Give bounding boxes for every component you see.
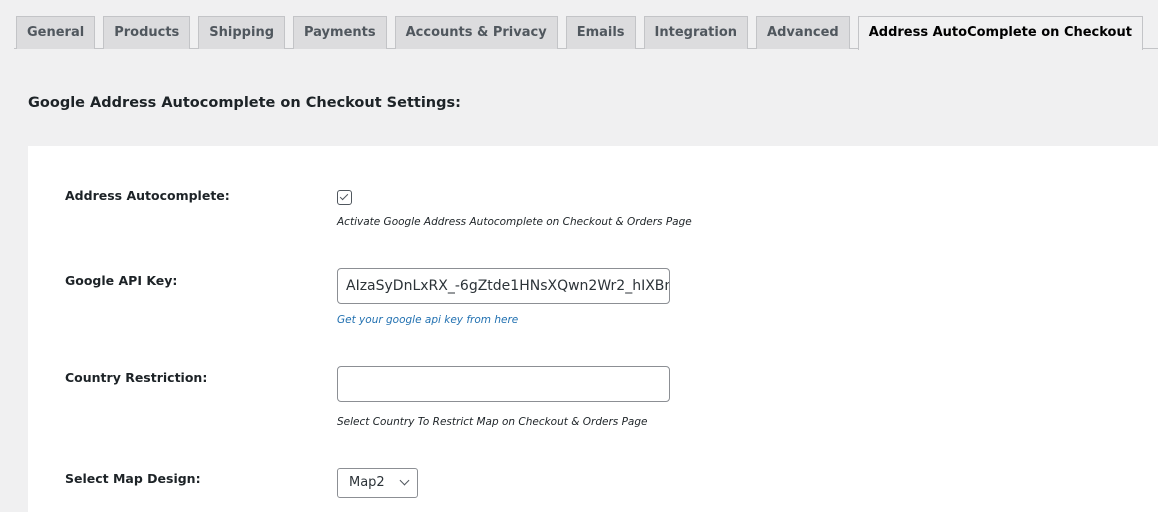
chevron-down-icon bbox=[399, 475, 410, 486]
tab-products[interactable]: Products bbox=[103, 16, 191, 49]
tab-emails[interactable]: Emails bbox=[565, 16, 636, 49]
map-design-value: Map2 bbox=[349, 475, 385, 490]
address-autocomplete-checkbox[interactable] bbox=[337, 190, 352, 205]
tab-shipping[interactable]: Shipping bbox=[198, 16, 285, 49]
country-restriction-label: Country Restriction: bbox=[65, 370, 208, 385]
tab-address-autocomplete[interactable]: Address AutoComplete on Checkout bbox=[857, 16, 1143, 50]
country-restriction-description: Select Country To Restrict Map on Checko… bbox=[337, 416, 648, 428]
tab-integration[interactable]: Integration bbox=[643, 16, 749, 49]
tab-advanced[interactable]: Advanced bbox=[756, 16, 850, 49]
api-key-input[interactable]: AIzaSyDnLxRX_-6gZtde1HNsXQwn2Wr2_hIXBnl bbox=[337, 268, 670, 304]
address-autocomplete-label: Address Autocomplete: bbox=[65, 188, 230, 203]
tab-payments[interactable]: Payments bbox=[293, 16, 387, 49]
api-key-label: Google API Key: bbox=[65, 273, 178, 288]
get-api-key-link[interactable]: Get your google api key from here bbox=[337, 314, 518, 326]
map-design-select[interactable]: Map2 bbox=[337, 468, 418, 498]
settings-tabs: General Products Shipping Payments Accou… bbox=[14, 16, 1158, 50]
page-title: Google Address Autocomplete on Checkout … bbox=[28, 95, 461, 111]
address-autocomplete-description: Activate Google Address Autocomplete on … bbox=[337, 216, 692, 228]
tab-accounts-privacy[interactable]: Accounts & Privacy bbox=[394, 16, 558, 49]
map-design-label: Select Map Design: bbox=[65, 471, 201, 486]
tab-general[interactable]: General bbox=[16, 16, 96, 49]
settings-panel: Address Autocomplete: Activate Google Ad… bbox=[28, 146, 1158, 512]
country-restriction-input[interactable] bbox=[337, 366, 670, 402]
